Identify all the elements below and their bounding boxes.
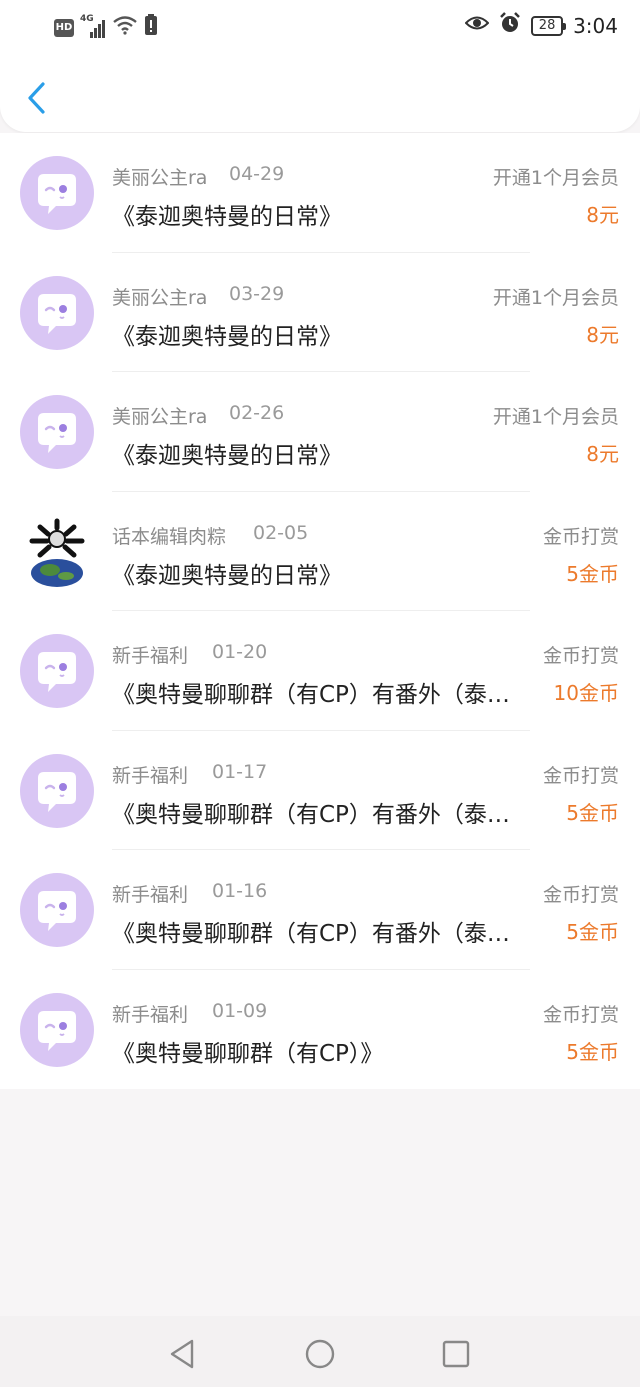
sender-name: 美丽公主ra (112, 406, 208, 428)
system-nav-bar (0, 1316, 640, 1387)
record-amount: 10金币 (553, 681, 619, 705)
record-type: 金币打赏 (542, 1003, 619, 1026)
work-title: 《奥特曼聊聊群（有CP）有番外（泰… (112, 682, 510, 708)
chevron-left-icon (28, 82, 45, 114)
record-date: 01-17 (212, 760, 268, 783)
record-row[interactable]: 美丽公主ra 04-29 《泰迦奥特曼的日常》 开通1个月会员 8元 (0, 133, 640, 253)
record-date: 02-26 (229, 402, 285, 424)
record-type: 金币打赏 (542, 884, 619, 906)
back-button[interactable] (18, 78, 54, 118)
alarm-icon (499, 12, 521, 39)
sender-name: 美丽公主ra (112, 167, 208, 189)
earth-avatar-image (29, 518, 85, 587)
wifi-icon (112, 15, 138, 40)
avatar[interactable] (20, 873, 94, 947)
avatar[interactable] (20, 156, 94, 230)
work-title: 《奥特曼聊聊群（有CP）有番外（泰… (112, 801, 510, 828)
record-type: 开通1个月会员 (492, 406, 619, 428)
chat-bubble-icon (38, 174, 76, 214)
record-amount: 5金币 (566, 1039, 619, 1064)
header-card: HD 4G 28 3:04 (0, 0, 640, 132)
record-type: 开通1个月会员 (492, 167, 619, 189)
alert-icon (144, 14, 158, 41)
record-row[interactable]: 新手福利 01-17 《奥特曼聊聊群（有CP）有番外（泰… 金币打赏 5金币 (0, 731, 640, 850)
signal-icon: 4G (80, 14, 106, 38)
nav-back-button[interactable] (162, 1334, 202, 1374)
status-right: 28 3:04 (464, 12, 618, 39)
record-row[interactable]: 新手福利 01-16 《奥特曼聊聊群（有CP）有番外（泰… 金币打赏 5金币 (0, 850, 640, 970)
clock: 3:04 (573, 13, 618, 38)
eye-icon (464, 14, 490, 37)
income-record-list: 美丽公主ra 04-29 《泰迦奥特曼的日常》 开通1个月会员 8元 美丽公主ra 03-2… (0, 133, 640, 1089)
record-amount: 8元 (586, 203, 619, 227)
chat-bubble-icon (38, 1010, 76, 1051)
record-row[interactable]: 新手福利 01-09 《奥特曼聊聊群（有CP）》 金币打赏 5金币 (0, 970, 640, 1090)
sender-name: 新手福利 (112, 1003, 189, 1026)
record-date: 01-09 (212, 999, 268, 1022)
nav-home-button[interactable] (300, 1334, 340, 1374)
record-type: 金币打赏 (542, 764, 619, 787)
avatar[interactable] (20, 275, 94, 350)
work-title: 《泰迦奥特曼的日常》 (112, 323, 342, 350)
nav-recents-button[interactable] (436, 1334, 476, 1374)
work-title: 《泰迦奥特曼的日常》 (112, 443, 342, 469)
back-triangle-icon (170, 1339, 194, 1369)
work-title: 《泰迦奥特曼的日常》 (112, 204, 342, 230)
chat-bubble-icon (38, 771, 76, 812)
battery-icon: 28 (531, 15, 567, 36)
home-circle-icon (305, 1339, 335, 1369)
record-row[interactable]: 新手福利 01-20 《奥特曼聊聊群（有CP）有番外（泰… 金币打赏 10金币 (0, 611, 640, 731)
record-amount: 8元 (586, 322, 619, 347)
record-amount: 5金币 (566, 561, 619, 586)
hd-badge: HD (54, 18, 74, 37)
record-date: 01-20 (212, 641, 268, 663)
record-date: 02-05 (253, 521, 309, 544)
record-amount: 8元 (586, 442, 619, 466)
avatar[interactable] (20, 634, 94, 708)
record-date: 03-29 (229, 282, 285, 305)
chat-bubble-icon (38, 413, 76, 453)
work-title: 《奥特曼聊聊群（有CP）》 (112, 1040, 384, 1067)
status-bar: HD 4G 28 3:04 (0, 0, 640, 52)
recents-square-icon (442, 1340, 470, 1368)
record-row[interactable]: 美丽公主ra 02-26 《泰迦奥特曼的日常》 开通1个月会员 8元 (0, 372, 640, 492)
chat-bubble-icon (38, 652, 76, 692)
record-type: 金币打赏 (542, 525, 619, 548)
avatar[interactable] (20, 992, 94, 1067)
sender-name: 话本编辑肉粽 (112, 525, 227, 548)
sender-name: 美丽公主ra (112, 286, 208, 309)
chat-bubble-icon (38, 293, 76, 334)
record-amount: 5金币 (566, 800, 619, 825)
status-left: HD 4G (54, 14, 158, 41)
record-row[interactable]: 话本编辑肉粽 02-05 《泰迦奥特曼的日常》 金币打赏 5金币 (0, 492, 640, 611)
sender-name: 新手福利 (112, 884, 189, 906)
avatar[interactable] (20, 753, 94, 828)
record-type: 金币打赏 (542, 645, 619, 667)
record-amount: 5金币 (566, 920, 619, 944)
work-title: 《奥特曼聊聊群（有CP）有番外（泰… (112, 921, 510, 947)
record-date: 04-29 (229, 163, 285, 185)
sender-name: 新手福利 (112, 764, 189, 787)
record-type: 开通1个月会员 (492, 286, 619, 309)
work-title: 《泰迦奥特曼的日常》 (112, 562, 342, 589)
record-date: 01-16 (212, 880, 268, 902)
record-row[interactable]: 美丽公主ra 03-29 《泰迦奥特曼的日常》 开通1个月会员 8元 (0, 253, 640, 372)
sender-name: 新手福利 (112, 645, 189, 667)
screen: HD 4G 28 3:04 美丽公主ra 04-29 《泰迦奥特曼的日常》 开通… (0, 0, 640, 1387)
avatar[interactable] (20, 395, 94, 469)
chat-bubble-icon (38, 891, 76, 931)
avatar[interactable] (20, 514, 94, 589)
